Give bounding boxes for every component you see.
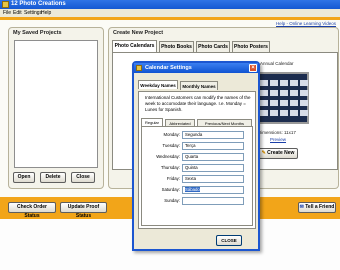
sunday-row: Sunday: [142, 197, 254, 207]
app-window: 12 Photo Creations File Edit Settings He… [0, 0, 340, 270]
saturday-label: Saturday: [161, 187, 180, 192]
preview-link[interactable]: Preview [270, 137, 286, 142]
monday-field[interactable]: Segunda [182, 131, 244, 139]
regular-names-panel: Monday: Segunda Tuesday: Terça Wednesday… [141, 126, 253, 226]
tell-a-friend-button[interactable]: ✉ Tell a Friend [298, 202, 336, 213]
envelope-icon: ✉ [299, 204, 304, 210]
saved-projects-title: My Saved Projects [13, 30, 62, 36]
open-button[interactable]: Open [13, 172, 35, 183]
check-order-status-button[interactable]: Check Order Status [8, 202, 56, 219]
friday-row: Friday: Sexta [142, 175, 254, 185]
weekday-info-text: International Customers can modify the n… [145, 95, 251, 112]
title-bar: 12 Photo Creations [0, 0, 340, 9]
tell-a-friend-label: Tell a Friend [305, 204, 335, 210]
tab-weekday-names[interactable]: Weekday Names [138, 80, 178, 89]
tab-monthly-names[interactable]: Monthly Names [180, 81, 218, 90]
menu-help[interactable]: Help [41, 9, 51, 17]
dialog-title: Calendar Settings [145, 65, 192, 71]
create-new-label: Create New [267, 150, 295, 156]
wednesday-field[interactable]: Quarta [182, 153, 244, 161]
saturday-selected-text: Sábado [185, 187, 200, 192]
calendar-dimensions: Dimensions: 11x17 [258, 130, 296, 135]
saved-projects-list[interactable] [14, 40, 98, 168]
sunday-field[interactable] [182, 197, 244, 205]
dialog-app-icon [136, 65, 142, 71]
weekday-names-panel: International Customers can modify the n… [138, 91, 256, 229]
close-button[interactable]: Close [71, 172, 95, 183]
saturday-row: Saturday: Sábado [142, 186, 254, 196]
dialog-close-button[interactable]: CLOSE [216, 235, 242, 246]
saturday-field[interactable]: Sábado [182, 186, 244, 194]
friday-field[interactable]: Sexta [182, 175, 244, 183]
thursday-label: Thursday: [160, 165, 180, 170]
tuesday-field[interactable]: Terça [182, 142, 244, 150]
tab-photo-posters[interactable]: Photo Posters [232, 41, 270, 52]
menu-file[interactable]: File [3, 9, 11, 17]
monday-label: Monday: [163, 132, 180, 137]
pencil-icon: ✎ [261, 150, 266, 156]
update-proof-status-button[interactable]: Update Proof Status [60, 202, 107, 219]
sunday-label: Sunday: [164, 198, 180, 203]
orange-header-strip [0, 17, 340, 20]
delete-button[interactable]: Delete [40, 172, 66, 183]
calendar-settings-dialog: Calendar Settings × Weekday Names Monthl… [132, 61, 260, 251]
calendar-name: Annual Calendar [260, 61, 294, 66]
menu-bar: File Edit Settings Help [0, 9, 340, 17]
tuesday-row: Tuesday: Terça [142, 142, 254, 152]
create-new-button[interactable]: ✎ Create New [258, 148, 298, 159]
wednesday-row: Wednesday: Quarta [142, 153, 254, 163]
friday-label: Friday: [166, 176, 180, 181]
window-title: 12 Photo Creations [11, 1, 66, 7]
menu-edit[interactable]: Edit [13, 9, 22, 17]
tab-photo-cards[interactable]: Photo Cards [196, 41, 230, 52]
monday-row: Monday: Segunda [142, 131, 254, 141]
create-project-title: Create New Project [113, 30, 164, 36]
app-icon [2, 1, 9, 8]
wednesday-label: Wednesday: [156, 154, 180, 159]
help-videos-link[interactable]: Help - Online Learning Videos [276, 21, 336, 26]
dialog-close-icon[interactable]: × [249, 64, 257, 72]
tuesday-label: Tuesday: [162, 143, 180, 148]
subtab-regular[interactable]: Regular [141, 118, 163, 126]
menu-settings[interactable]: Settings [24, 9, 42, 17]
tab-photo-books[interactable]: Photo Books [159, 41, 194, 52]
dialog-title-bar: Calendar Settings × [134, 63, 258, 73]
thursday-row: Thursday: Quinta [142, 164, 254, 174]
tab-photo-calendars[interactable]: Photo Calendars [112, 40, 157, 52]
calendar-thumbnail[interactable] [255, 72, 309, 124]
thursday-field[interactable]: Quinta [182, 164, 244, 172]
